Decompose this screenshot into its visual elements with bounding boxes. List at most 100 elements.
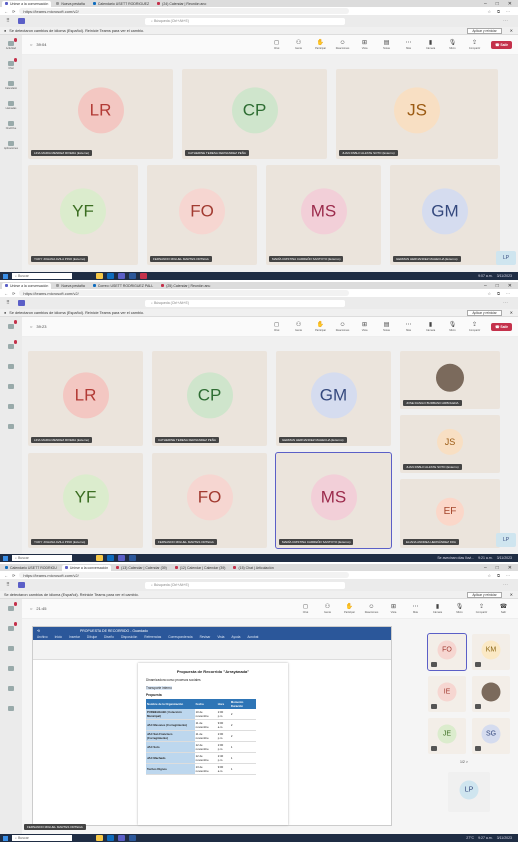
raise-hand-button[interactable]: ✋ Participar: [341, 604, 358, 614]
browser-tab[interactable]: Unirse a la conversación: [61, 564, 112, 571]
word-icon[interactable]: [129, 835, 136, 841]
rail-item-chat[interactable]: [0, 619, 22, 639]
browser-tab[interactable]: Unirse a la conversación: [2, 282, 52, 289]
leave-button[interactable]: ☎ Salir: [495, 604, 512, 614]
extensions-icon[interactable]: ⧉: [497, 9, 500, 14]
mic-button[interactable]: 🎙 Micro: [444, 40, 461, 50]
menu-item[interactable]: Diseño: [104, 635, 114, 639]
taskbar-search[interactable]: ⌕ Buscar: [12, 555, 72, 561]
mic-button[interactable]: 🎙 Micro: [444, 322, 461, 332]
app-grid-icon[interactable]: ⠿: [0, 582, 16, 588]
apply-restart-button[interactable]: Aplicar y reiniciar: [467, 27, 502, 34]
more-button[interactable]: ⋯ Más: [407, 604, 424, 614]
more-options-icon[interactable]: ⋯: [503, 582, 518, 588]
gallery-pager[interactable]: 1/2 >: [460, 760, 468, 764]
browser-tab[interactable]: Calendario USETT RODRIGU: [2, 565, 60, 571]
reactions-button[interactable]: ☺ Reacciones: [334, 322, 351, 332]
app-grid-icon[interactable]: ⠿: [0, 18, 16, 24]
search-input[interactable]: ⌕ Búsqueda (Ctrl+Alt+E): [145, 581, 345, 589]
menu-item[interactable]: Referencias: [144, 635, 161, 639]
participant-tile[interactable]: IE: [428, 676, 466, 712]
menu-item[interactable]: Acrobat: [247, 635, 258, 639]
apply-restart-button[interactable]: Aplicar y reiniciar: [467, 591, 502, 598]
browser-tab[interactable]: (15) Chat | Articulación: [230, 565, 276, 571]
leave-button[interactable]: ☎ Salir: [491, 40, 512, 49]
browser-tab[interactable]: (13) Calendar | Calendar (39): [113, 565, 170, 571]
search-input[interactable]: ⌕ Búsqueda (Ctrl+Alt+E): [145, 299, 345, 307]
word-icon[interactable]: [129, 273, 136, 279]
self-view[interactable]: LP: [448, 772, 490, 812]
rail-item-activity[interactable]: [0, 317, 22, 337]
share-button[interactable]: ⇪ Compartir: [473, 604, 490, 614]
teams-icon[interactable]: [118, 555, 125, 561]
self-view[interactable]: LP: [496, 533, 516, 547]
teams-icon[interactable]: [118, 835, 125, 841]
url-field[interactable]: https://teams.microsoft.com/v2/: [19, 290, 350, 296]
rail-item-onedrive[interactable]: OneDrive: [0, 115, 22, 135]
rail-item-calendar[interactable]: [0, 639, 22, 659]
mic-button[interactable]: 🎙 Micro: [451, 604, 468, 614]
menu-item[interactable]: Correspondencia: [168, 635, 192, 639]
weather-text[interactable]: 27°C: [466, 836, 474, 840]
refresh-icon[interactable]: ⟳: [12, 291, 15, 296]
extensions-icon[interactable]: ⧉: [497, 573, 500, 578]
menu-icon[interactable]: ⋯: [506, 291, 510, 296]
participant-tile[interactable]: CP CATHERINE TERESA FERNANDEZ PEÑA: [182, 69, 327, 159]
browser-tab[interactable]: Correo: USETT RODRIGUEZ PALL: [90, 283, 156, 289]
raise-hand-button[interactable]: ✋ Participar: [312, 40, 329, 50]
menu-item[interactable]: Vista: [217, 635, 224, 639]
participant-tile[interactable]: JOSE DANILO BURBANO ARBOLEDA: [400, 351, 500, 409]
view-button[interactable]: ⊞ Vista: [356, 322, 373, 332]
weather-notification[interactable]: Se avecinan días lluvi...: [437, 556, 474, 560]
people-button[interactable]: ⚇ Gente: [290, 322, 307, 332]
autosave-toggle[interactable]: ⟲: [37, 629, 40, 633]
maximize-icon[interactable]: □: [496, 565, 499, 571]
participant-tile[interactable]: MS MARÍA CRISTINA CARREÑO SANTOYO (Extern…: [275, 452, 392, 549]
windows-start-icon[interactable]: [3, 273, 8, 279]
star-icon[interactable]: ☆: [488, 9, 492, 14]
rail-item-apps[interactable]: [0, 417, 22, 437]
edge-icon[interactable]: [107, 273, 114, 279]
maximize-icon[interactable]: □: [496, 1, 499, 7]
minimize-icon[interactable]: –: [484, 283, 487, 289]
view-button[interactable]: ⊞ Vista: [356, 40, 373, 50]
reactions-button[interactable]: ☺ Reacciones: [363, 604, 380, 614]
camera-button[interactable]: ▮ Cámara: [422, 322, 439, 332]
participant-tile[interactable]: JS JUAN PABLO ALZATE SOTO (Externo): [400, 415, 500, 473]
rail-item-calls[interactable]: [0, 377, 22, 397]
chat-button[interactable]: ◻ Chat: [268, 40, 285, 50]
view-button[interactable]: ⊞ Vista: [385, 604, 402, 614]
url-field[interactable]: https://teams.microsoft.com/v2/: [19, 572, 350, 578]
participant-tile[interactable]: [472, 676, 510, 712]
rail-item-apps[interactable]: Aplicaciones: [0, 135, 22, 155]
rail-item-calendar[interactable]: Calendario: [0, 75, 22, 95]
participant-tile[interactable]: FO FERNANDO MIGUEL MARTES ORTEGA: [147, 165, 257, 265]
close-icon[interactable]: ✕: [508, 565, 512, 571]
word-icon[interactable]: [129, 555, 136, 561]
back-icon[interactable]: ←: [4, 573, 8, 578]
menu-item[interactable]: Disposición: [121, 635, 137, 639]
taskbar-search[interactable]: ⌕ Buscar: [12, 273, 72, 279]
browser-tab[interactable]: Nueva pestaña: [53, 1, 88, 7]
participant-tile[interactable]: EF ELIANA ANDREA HERNÁNDEZ FRA: [400, 479, 500, 548]
browser-tab[interactable]: Calendario USETT RODRIGUEZ: [90, 1, 152, 7]
menu-item[interactable]: Insertar: [69, 635, 80, 639]
rail-item-chat[interactable]: Chat: [0, 55, 22, 75]
close-icon[interactable]: ✕: [505, 28, 518, 33]
browser-tab[interactable]: Unirse a la conversación: [2, 0, 52, 7]
url-field[interactable]: https://teams.microsoft.com/v2/: [19, 8, 350, 14]
people-button[interactable]: ⚇ Gente: [319, 604, 336, 614]
participant-tile[interactable]: GM GERMAN HERNANDEZ MAHECHA (Externo): [276, 351, 391, 446]
shared-word-document[interactable]: ⟲ PROPUESTA DE RECORRIDO - Guardado Archi…: [32, 626, 392, 826]
participant-tile[interactable]: JE: [428, 718, 466, 754]
rail-item-calls[interactable]: Llamadas: [0, 95, 22, 115]
word-ribbon[interactable]: [33, 640, 391, 660]
close-icon[interactable]: ✕: [505, 310, 518, 315]
self-view[interactable]: LP: [496, 251, 516, 265]
search-input[interactable]: ⌕ Búsqueda (Ctrl+Alt+E): [145, 17, 345, 25]
menu-item[interactable]: Revisar: [200, 635, 211, 639]
raise-hand-button[interactable]: ✋ Participar: [312, 322, 329, 332]
leave-button[interactable]: ☎ Salir: [491, 322, 512, 331]
share-button[interactable]: ⇪ Compartir: [466, 322, 483, 332]
camera-button[interactable]: ▮ Cámara: [422, 40, 439, 50]
